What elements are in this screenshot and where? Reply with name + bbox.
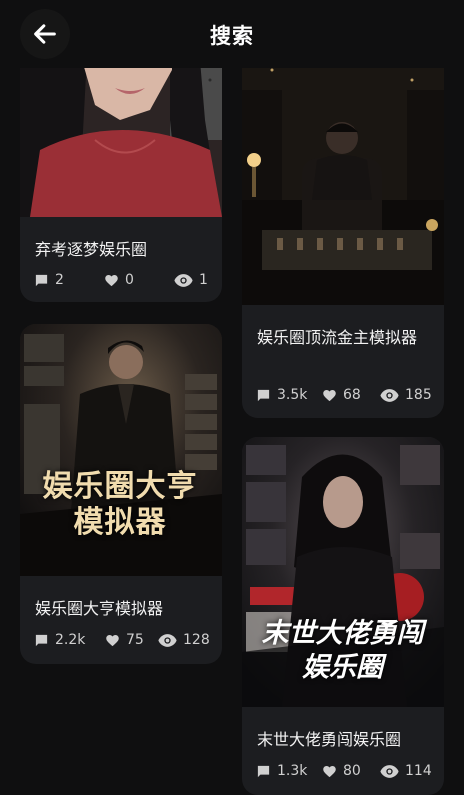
heart-icon xyxy=(323,765,336,777)
card-stats: 3.5k 68 185 xyxy=(256,385,432,405)
eye-icon xyxy=(174,273,193,287)
like-count: 80 xyxy=(343,763,361,779)
card-stats: 2.2k 75 128 xyxy=(34,630,210,650)
card-title: 弃考逐梦娱乐圈 xyxy=(35,240,148,259)
comment-count: 3.5k xyxy=(277,387,308,403)
card-title: 娱乐圈大亨模拟器 xyxy=(35,599,164,618)
cover-text: 娱乐圈大亨模拟器 xyxy=(42,469,198,540)
eye-icon xyxy=(158,633,177,647)
view-count: 128 xyxy=(183,632,210,648)
card-title: 娱乐圈顶流金主模拟器 xyxy=(257,328,418,347)
heart-icon xyxy=(105,274,118,286)
like-count: 0 xyxy=(125,272,134,288)
comment-count: 2 xyxy=(55,272,64,288)
comment-count: 2.2k xyxy=(55,632,86,648)
card-stats: 1.3k 80 114 xyxy=(256,761,432,781)
heart-icon xyxy=(323,389,336,401)
story-card[interactable]: 末世大佬勇闯娱乐圈 末世大佬勇闯娱乐圈 1.3k 80 114 xyxy=(242,437,444,795)
top-bar: 搜索 xyxy=(0,0,464,68)
page-title: 搜索 xyxy=(210,24,254,48)
comment-icon xyxy=(257,389,270,401)
comment-icon xyxy=(35,634,48,646)
cover-image: 娱乐圈大亨模拟器 xyxy=(20,324,222,576)
comment-count: 1.3k xyxy=(277,763,308,779)
eye-icon xyxy=(380,764,399,778)
story-card[interactable]: 娱乐圈大亨模拟器 娱乐圈大亨模拟器 2.2k 75 128 xyxy=(20,324,222,664)
card-stats: 2 0 1 xyxy=(34,270,208,290)
view-count: 1 xyxy=(199,272,208,288)
heart-icon xyxy=(106,634,119,646)
eye-icon xyxy=(380,388,399,402)
comment-icon xyxy=(35,274,48,286)
view-count: 114 xyxy=(405,763,432,779)
comment-icon xyxy=(257,765,270,777)
view-count: 185 xyxy=(405,387,432,403)
like-count: 75 xyxy=(126,632,144,648)
card-title: 末世大佬勇闯娱乐圈 xyxy=(257,730,402,749)
cover-image: 末世大佬勇闯娱乐圈 xyxy=(242,437,444,707)
like-count: 68 xyxy=(343,387,361,403)
cover-text: 末世大佬勇闯娱乐圈 xyxy=(261,618,424,683)
